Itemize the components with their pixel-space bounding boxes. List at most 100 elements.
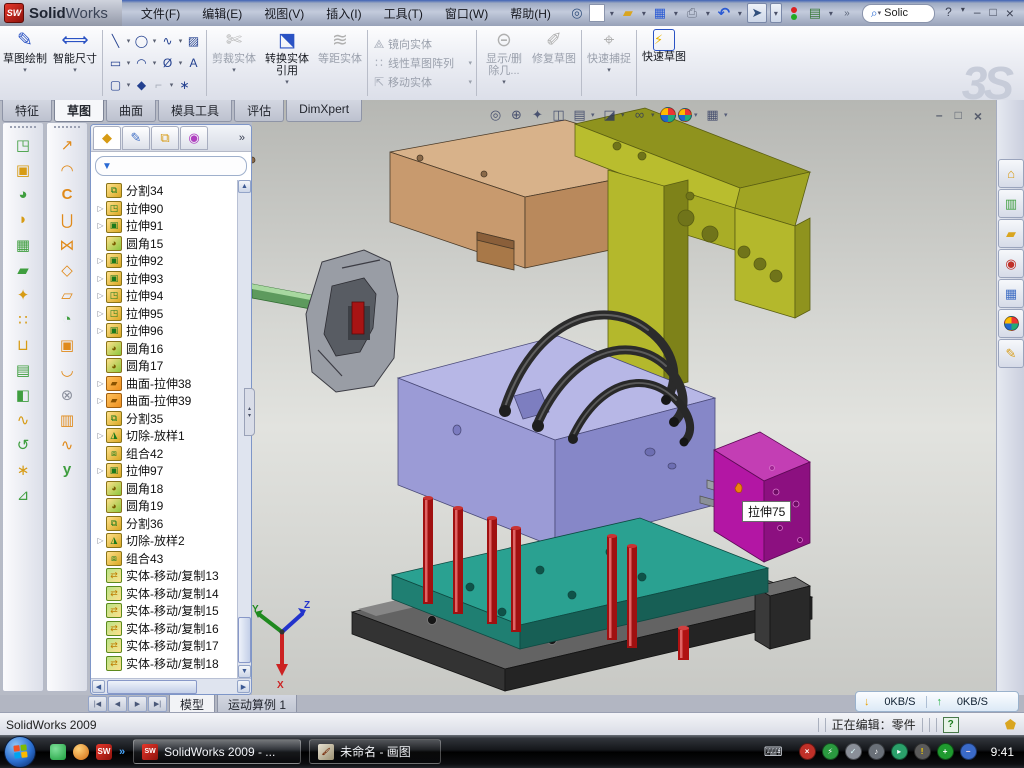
toolbar-b-icon-9[interactable] [55,332,79,357]
tree-item[interactable]: 分割35 [95,410,237,428]
sync-green-icon[interactable] [891,743,908,760]
tree-item[interactable]: 拉伸94 [95,287,237,305]
help-caret-icon[interactable] [961,5,965,21]
quick-tips-icon[interactable] [943,717,959,733]
tree-item[interactable]: 组合43 [95,550,237,568]
print-icon[interactable] [683,4,701,22]
smart-dimension-button[interactable]: 智能尺寸 [50,26,100,100]
appearances-icon[interactable] [998,309,1024,338]
menu-tools[interactable]: 工具(T) [375,2,432,25]
expand-arrow[interactable] [95,221,106,230]
antivirus-red-shield-icon[interactable] [799,743,816,760]
home-icon[interactable] [998,159,1024,188]
menu-insert[interactable]: 插入(I) [317,2,370,25]
slot-icon[interactable] [107,78,124,92]
trim-entities-button[interactable]: 剪裁实体 [209,26,259,100]
tag-icon[interactable] [1005,717,1016,733]
toolbar-a-icon-10[interactable] [11,357,35,382]
tab-evaluate[interactable]: 评估 [234,100,284,122]
expand-arrow[interactable] [95,274,106,283]
tree-item[interactable]: 拉伸97 [95,462,237,480]
menu-file[interactable]: 文件(F) [132,2,189,25]
previous-view-icon[interactable] [528,105,547,124]
hide-show-items-icon[interactable] [630,105,649,124]
close-icon[interactable] [1006,5,1014,21]
smart-dimension-caret-icon[interactable] [73,66,77,74]
toolbar-b-icon-14[interactable] [55,457,79,482]
tree-item[interactable]: 实体-移动/复制14 [95,585,237,603]
zoom-fit-icon[interactable] [486,105,505,124]
select-caret-icon[interactable] [770,3,782,23]
taskbar-clock[interactable]: 9:41 [991,745,1014,759]
circle-icon[interactable] [133,34,150,48]
spline-icon[interactable] [159,34,176,48]
line-icon[interactable] [107,34,124,48]
arc-caret-icon[interactable] [150,59,159,67]
sketch-caret-icon[interactable] [23,66,27,74]
section-view-icon[interactable] [549,105,568,124]
sketch-button[interactable]: 草图绘制 [0,26,50,100]
minimize-icon[interactable] [974,5,981,21]
fillet-caret-icon[interactable] [167,81,176,89]
tree-item[interactable]: 分割36 [95,515,237,533]
repair-sketch-button[interactable]: 修复草图 [529,26,579,100]
circle-caret-icon[interactable] [150,37,159,45]
expand-arrow[interactable] [95,309,106,318]
tree-item[interactable]: 拉伸92 [95,252,237,270]
tree-item[interactable]: 拉伸95 [95,305,237,323]
tab-dimxpert[interactable]: DimXpert [286,100,362,122]
toolbar-b-icon-6[interactable] [55,257,79,282]
search-input[interactable] [884,7,926,19]
view-settings-caret-icon[interactable] [724,111,731,119]
toolbar-a-icon-3[interactable] [11,182,35,207]
solidworks-resources-icon[interactable] [998,249,1024,278]
options-caret-icon[interactable] [827,4,835,22]
expand-arrow[interactable] [95,256,106,265]
toolbar-a-icon-7[interactable] [11,282,35,307]
tree-item[interactable]: 曲面-拉伸38 [95,375,237,393]
toolbar-b-icon-3[interactable] [55,182,79,207]
toolbar-b-icon-13[interactable] [55,432,79,457]
overflow-icon[interactable] [838,4,856,22]
linear-pattern-button[interactable]: 线性草图阵列 [370,54,474,72]
print-caret-icon[interactable] [704,4,712,22]
toolbar-b-icon-10[interactable] [55,357,79,382]
tree-item[interactable]: 圆角16 [95,340,237,358]
toolbar-b-icon-7[interactable] [55,282,79,307]
sketch-fillet-icon[interactable] [150,78,167,92]
network-status-icon[interactable] [960,743,977,760]
tab-surfaces[interactable]: 曲面 [106,100,156,122]
ellipse-caret-icon[interactable] [176,59,185,67]
minimize-icon[interactable] [936,108,943,124]
select-icon[interactable] [747,3,767,23]
volume-icon[interactable] [868,743,885,760]
toolbar-a-icon-11[interactable] [11,382,35,407]
apply-scene-icon[interactable] [678,108,692,122]
pin-icon[interactable] [568,4,586,22]
help-icon[interactable] [945,5,952,21]
polygon-icon[interactable] [133,78,150,92]
tree-item[interactable]: 圆角19 [95,497,237,515]
panel-splitter-handle[interactable] [244,388,255,436]
save-icon[interactable] [651,4,669,22]
messenger-icon[interactable] [50,744,66,760]
hide-show-caret-icon[interactable] [651,111,658,119]
mirror-entities-button[interactable]: 镜向实体 [370,35,474,53]
toolbar-a-icon-14[interactable] [11,457,35,482]
updater-gear-icon[interactable] [845,743,862,760]
toolbar-a-icon-13[interactable] [11,432,35,457]
toolbar-a-icon-15[interactable] [11,482,35,507]
scroll-right-icon[interactable] [237,680,250,693]
tree-item[interactable]: 圆角15 [95,235,237,253]
open-caret-icon[interactable] [640,4,648,22]
search-box[interactable] [862,4,935,23]
graphics-viewport[interactable]: Y Z X 拉伸75 [252,100,996,695]
toolbar-b-icon-8[interactable] [55,307,79,332]
tree-item[interactable]: 拉伸90 [95,200,237,218]
arc-icon[interactable] [133,56,150,70]
move-caret-icon[interactable] [468,78,472,86]
quick-snaps-caret-icon[interactable] [607,66,611,74]
health-green-cross-icon[interactable] [937,743,954,760]
tree-item[interactable]: 实体-移动/复制13 [95,567,237,585]
zoom-to-area-icon[interactable] [507,105,526,124]
